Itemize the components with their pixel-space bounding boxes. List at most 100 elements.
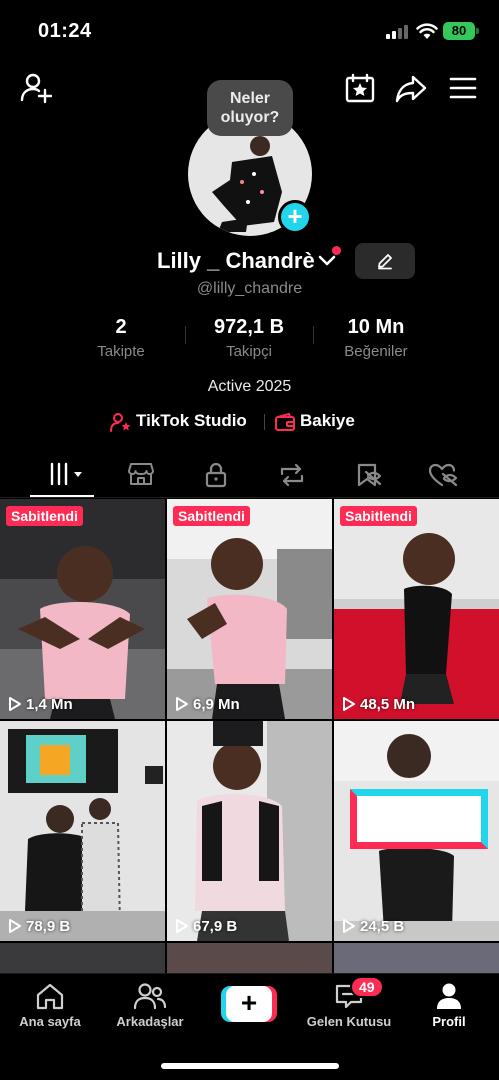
pencil-icon — [378, 254, 392, 270]
view-count: 48,5 Mn — [342, 696, 415, 713]
view-count: 78,9 B — [8, 918, 70, 935]
video-tile[interactable] — [167, 943, 332, 973]
wifi-icon — [416, 23, 438, 39]
videos-grid-icon — [50, 462, 82, 486]
battery-level: 80 — [451, 23, 467, 38]
video-thumbnail — [167, 499, 332, 719]
name-row: Lilly _ Chandrè — [0, 243, 499, 279]
play-icon — [9, 919, 21, 933]
video-thumbnail — [0, 499, 165, 719]
wallet-icon[interactable] — [275, 413, 295, 431]
studio-icon[interactable] — [110, 412, 132, 432]
stat-likes[interactable]: 10 Mn Beğeniler — [316, 316, 436, 360]
tab-videos[interactable] — [40, 458, 82, 490]
play-icon — [343, 697, 355, 711]
link-row: TikTok Studio Bakiye — [0, 410, 499, 434]
stat-value: 2 — [115, 316, 127, 338]
nav-label: Ana sayfa — [19, 1014, 81, 1029]
battery-indicator: 80 — [443, 22, 475, 40]
shop-icon — [128, 463, 154, 485]
tab-shop[interactable] — [120, 458, 160, 490]
view-count-value: 78,9 B — [26, 918, 71, 935]
nav-label: Gelen Kutusu — [306, 1014, 392, 1029]
pinned-badge: Sabitlendi — [173, 506, 250, 526]
stat-label: Beğeniler — [344, 343, 408, 360]
tab-saved[interactable] — [346, 458, 386, 490]
home-indicator[interactable] — [161, 1063, 339, 1069]
saved-hidden-icon — [357, 463, 382, 487]
profile-tabs — [0, 452, 499, 498]
view-count: 24,5 B — [342, 918, 404, 935]
video-tile[interactable]: Sabitlendi 6,9 Mn — [167, 499, 332, 719]
home-icon — [36, 983, 64, 1010]
wallet-link[interactable]: Bakiye — [300, 411, 355, 431]
liked-hidden-icon — [428, 463, 458, 487]
tiktok-studio-link[interactable]: TikTok Studio — [136, 411, 247, 431]
pinned-badge: Sabitlendi — [340, 506, 417, 526]
view-count-value: 24,5 B — [360, 918, 405, 935]
bio: Active 2025 — [207, 378, 292, 395]
video-thumbnail — [334, 499, 499, 719]
stat-value: 10 Mn — [347, 316, 405, 338]
nav-friends[interactable]: Arkadaşlar — [105, 982, 195, 1029]
status-bar: 01:24 80 — [0, 0, 499, 60]
edit-profile-button[interactable] — [355, 243, 415, 279]
view-count-value: 1,4 Mn — [26, 696, 73, 713]
stat-divider — [185, 326, 186, 344]
tab-private[interactable] — [196, 458, 236, 490]
profile-icon — [437, 983, 461, 1009]
video-tile[interactable]: 78,9 B — [0, 721, 165, 941]
play-icon — [9, 697, 21, 711]
menu-icon[interactable] — [447, 72, 479, 104]
video-thumbnail — [167, 721, 332, 941]
stat-followers[interactable]: 972,1 B Takipçi — [189, 316, 309, 360]
video-tile[interactable]: Sabitlendi 1,4 Mn — [0, 499, 165, 719]
repost-icon — [280, 463, 304, 487]
tab-reposts[interactable] — [270, 458, 310, 490]
stat-label: Takipçi — [226, 343, 272, 360]
view-count-value: 48,5 Mn — [360, 696, 416, 713]
video-tile[interactable] — [334, 943, 499, 973]
stat-divider — [313, 326, 314, 344]
video-tile[interactable] — [0, 943, 165, 973]
view-count: 67,9 B — [175, 918, 237, 935]
tab-liked[interactable] — [420, 458, 460, 490]
add-friend-icon[interactable] — [20, 72, 52, 104]
username: @lilly_chandre — [196, 280, 303, 297]
active-tab-indicator — [30, 495, 94, 497]
story-bubble[interactable]: Neler oluyor? — [207, 80, 293, 136]
notification-dot — [332, 246, 341, 255]
stat-value: 972,1 B — [213, 316, 285, 338]
calendar-icon[interactable] — [344, 72, 376, 104]
video-grid: Sabitlendi 1,4 Mn Sabitlendi 6,9 Mn Sabi… — [0, 499, 499, 973]
pinned-badge: Sabitlendi — [6, 506, 83, 526]
battery-nub — [476, 28, 479, 34]
video-tile[interactable]: 24,5 B — [334, 721, 499, 941]
status-time: 01:24 — [38, 20, 92, 42]
plus-icon: + — [226, 986, 272, 1022]
share-icon[interactable] — [395, 72, 427, 104]
stat-label: Takipte — [97, 343, 145, 360]
nav-label: Arkadaşlar — [116, 1014, 184, 1029]
view-count-value: 6,9 Mn — [193, 696, 240, 713]
create-button[interactable]: + — [221, 986, 277, 1022]
display-name[interactable]: Lilly _ Chandrè — [157, 248, 315, 274]
link-divider — [264, 414, 265, 430]
inbox-badge: 49 — [350, 976, 384, 998]
video-tile[interactable]: Sabitlendi 48,5 Mn — [334, 499, 499, 719]
nav-profile[interactable]: Profil — [404, 982, 494, 1029]
play-icon — [176, 919, 188, 933]
friends-icon — [133, 983, 167, 1010]
chevron-down-icon[interactable] — [318, 254, 336, 268]
nav-home[interactable]: Ana sayfa — [5, 982, 95, 1029]
signal-icon — [386, 25, 408, 39]
lock-icon — [205, 462, 227, 488]
video-thumbnail — [0, 721, 165, 941]
play-icon — [176, 697, 188, 711]
stat-following[interactable]: 2 Takipte — [61, 316, 181, 360]
play-icon — [343, 919, 355, 933]
video-tile[interactable]: 67,9 B — [167, 721, 332, 941]
caption-overlay-box — [350, 789, 488, 849]
add-story-icon[interactable]: + — [278, 200, 312, 234]
nav-label: Profil — [432, 1014, 466, 1029]
